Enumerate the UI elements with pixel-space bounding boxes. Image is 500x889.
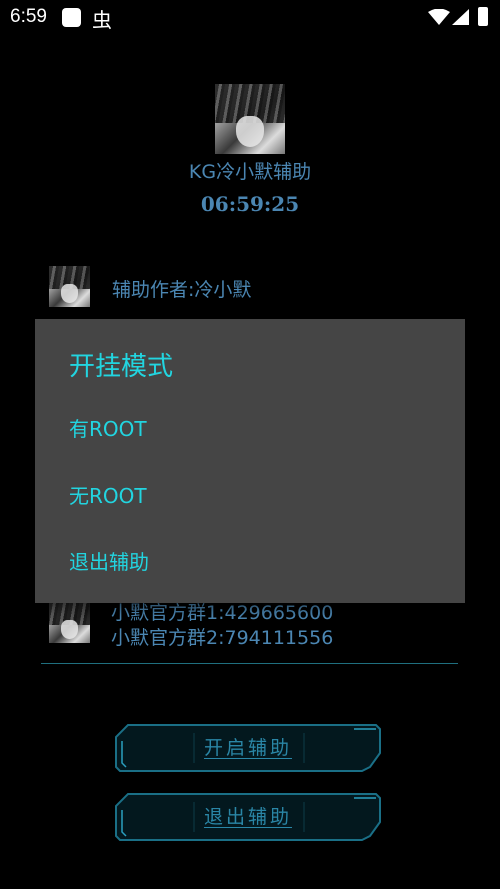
dialog-title: 开挂模式 [69, 352, 174, 382]
option-exit-assist[interactable]: 退出辅助 [69, 546, 149, 575]
mode-dialog: 开挂模式 有ROOT 无ROOT 退出辅助 [35, 319, 465, 603]
option-root[interactable]: 有ROOT [69, 413, 147, 442]
option-no-root[interactable]: 无ROOT [69, 480, 147, 509]
